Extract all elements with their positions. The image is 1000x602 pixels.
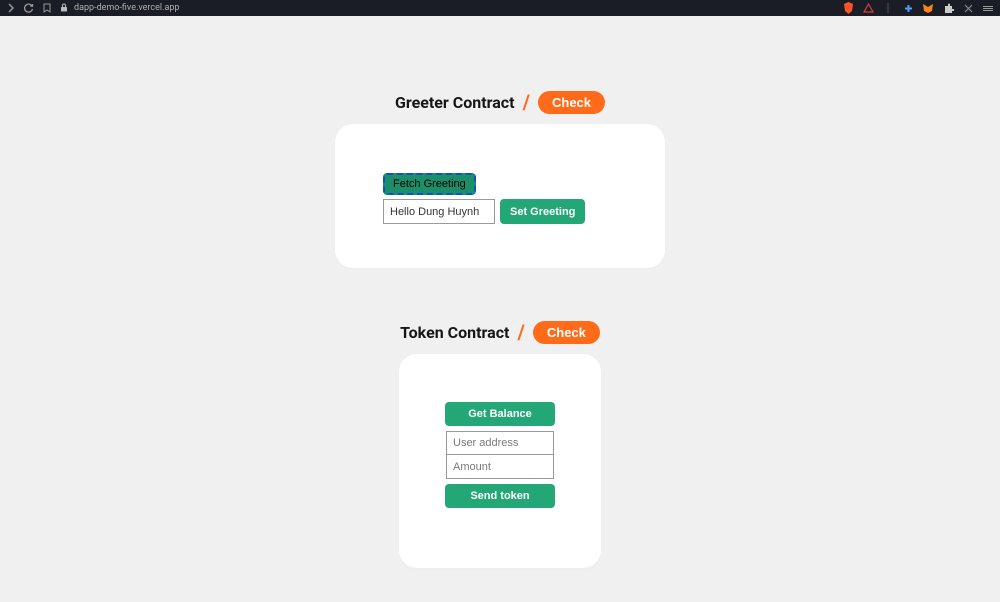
slash-separator: / bbox=[517, 320, 524, 344]
slash-separator: / bbox=[523, 90, 530, 114]
plus-icon[interactable] bbox=[902, 2, 914, 14]
set-greeting-button[interactable]: Set Greeting bbox=[500, 199, 585, 224]
reload-icon[interactable] bbox=[24, 3, 34, 13]
token-title: Token Contract bbox=[400, 323, 509, 342]
url-text: dapp-demo-five.vercel.app bbox=[74, 3, 179, 13]
nav-forward-icon[interactable] bbox=[6, 3, 16, 13]
browser-top-bar: dapp-demo-five.vercel.app bbox=[0, 0, 1000, 16]
extensions-puzzle-icon[interactable] bbox=[942, 2, 954, 14]
greeter-card: Fetch Greeting Set Greeting bbox=[335, 124, 665, 268]
send-token-button[interactable]: Send token bbox=[445, 484, 555, 508]
browser-nav-left: dapp-demo-five.vercel.app bbox=[6, 3, 179, 14]
greeter-section-header: Greeter Contract / Check bbox=[0, 90, 1000, 114]
brave-shield-icon[interactable] bbox=[842, 2, 854, 14]
page-content: Greeter Contract / Check Fetch Greeting … bbox=[0, 16, 1000, 602]
url-bar[interactable]: dapp-demo-five.vercel.app bbox=[60, 3, 179, 14]
user-address-input[interactable] bbox=[446, 431, 554, 455]
lock-icon bbox=[60, 3, 68, 14]
token-section-header: Token Contract / Check bbox=[0, 320, 1000, 344]
greeting-input[interactable] bbox=[383, 199, 495, 224]
greeter-title: Greeter Contract bbox=[395, 93, 515, 112]
fetch-greeting-button[interactable]: Fetch Greeting bbox=[383, 173, 476, 195]
token-card: Get Balance Send token bbox=[399, 354, 601, 568]
get-balance-button[interactable]: Get Balance bbox=[445, 402, 555, 426]
greeter-input-row: Set Greeting bbox=[383, 199, 585, 224]
bookmark-icon[interactable] bbox=[42, 3, 52, 13]
triangle-icon[interactable] bbox=[862, 2, 874, 14]
metamask-icon[interactable] bbox=[922, 2, 934, 14]
browser-extensions bbox=[842, 2, 994, 14]
greeter-inner: Fetch Greeting Set Greeting bbox=[383, 172, 585, 224]
token-check-button[interactable]: Check bbox=[533, 321, 600, 344]
vertical-divider bbox=[882, 2, 894, 14]
hamburger-menu-icon[interactable] bbox=[982, 2, 994, 14]
amount-input[interactable] bbox=[446, 455, 554, 479]
cross-icon[interactable] bbox=[962, 2, 974, 14]
greeter-check-button[interactable]: Check bbox=[538, 91, 605, 114]
token-inputs-group bbox=[446, 431, 554, 479]
